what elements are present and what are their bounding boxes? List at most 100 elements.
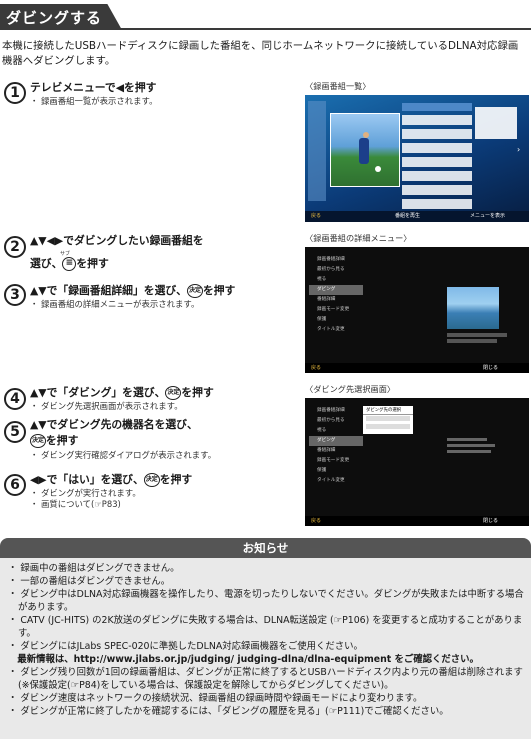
step-3-title-post: を押す: [202, 284, 236, 297]
detail-menu-list: 録画番組詳細 最初から見る 視る ダビング 番組詳細 録画モード変更 保護 タイ…: [309, 255, 363, 351]
back-label: 戻る: [311, 213, 322, 219]
notice-item: ・ 一部の番組はダビングできません。: [8, 576, 171, 587]
step-4-bullet: ・ ダビング先選択画面が表示されます。: [30, 401, 183, 411]
screen-footer: 戻る 番組を再生 メニューを表示: [305, 211, 529, 222]
menu-item-header: 録画番組詳細: [317, 257, 345, 262]
list-row[interactable]: [402, 115, 472, 125]
step-6-title-pre: ◀▶で「はい」を選び、: [30, 473, 144, 486]
detail-text-line: [447, 339, 497, 343]
menu-item[interactable]: 視る: [309, 426, 363, 436]
menu-item[interactable]: 録画モード変更: [309, 456, 363, 466]
play-label: 番組を再生: [395, 213, 421, 219]
step-1-title: テレビメニューで◀を押す: [30, 81, 157, 94]
step-3-title: ▲▼で「録画番組詳細」を選び、 決定 を押す: [30, 283, 235, 298]
notice-item: ・ CATV (JC-HITS) の2K放送のダビングに失敗する場合は、DLNA…: [8, 615, 523, 639]
description-line: [447, 450, 491, 453]
menu-item-selected[interactable]: ダビング: [309, 436, 363, 446]
step-5-title-post: を押す: [46, 434, 79, 447]
notice-item: ・ ダビング速度はネットワークの接続状況、録画番組の録画時間や録画モードにより変…: [8, 693, 423, 704]
description-line: [447, 444, 495, 447]
step-3-title-pre: ▲▼で「録画番組詳細」を選び、: [30, 284, 187, 297]
caption-recording-list: 〈録画番組一覧〉: [305, 81, 371, 91]
list-row[interactable]: [402, 185, 472, 195]
menu-item[interactable]: 最初から見る: [309, 265, 363, 275]
step-6-bullet-1: ・ ダビングが実行されます。: [30, 488, 141, 498]
description-line: [447, 438, 487, 441]
player-figure: [359, 138, 369, 164]
menu-item[interactable]: 番組詳細: [309, 446, 363, 456]
step-number-3: 3: [4, 284, 26, 306]
step-2-title-cont: 選び、 ≡ を押す: [30, 256, 109, 271]
step-5-title-cont: 決定 を押す: [30, 433, 78, 448]
menu-item-header: 録画番組詳細: [317, 408, 345, 413]
close-label: 閉じる: [483, 518, 499, 524]
step-1-bullet: ・ 録画番組一覧が表示されます。: [30, 96, 158, 106]
step-5-bullet: ・ ダビング実行確認ダイアログが表示されます。: [30, 450, 217, 460]
step-5-title: ▲▼でダビング先の機器名を選び、: [30, 418, 198, 431]
notice-body: ・ 録画中の番組はダビングできません。 ・ 一部の番組はダビングできません。 ・…: [0, 558, 531, 739]
player-head: [363, 132, 369, 138]
notice-item-url[interactable]: 最新情報は、http://www.jlabs.or.jp/judging/ ju…: [8, 653, 525, 666]
close-label: 閉じる: [483, 365, 499, 371]
back-label: 戻る: [311, 518, 322, 524]
menu-item[interactable]: タイトル変更: [309, 476, 363, 486]
step-number-6: 6: [4, 474, 26, 496]
menu-item[interactable]: 録画モード変更: [309, 305, 363, 315]
list-row[interactable]: [402, 171, 472, 181]
step-2-title-pre: 選び、: [30, 257, 63, 270]
dub-menu-list: 録画番組詳細 最初から見る 視る ダビング 番組詳細 録画モード変更 保護 タイ…: [309, 406, 363, 502]
notice-item: ・ 録画中の番組はダビングできません。: [8, 563, 180, 574]
step-3-bullet: ・ 録画番組の詳細メニューが表示されます。: [30, 299, 200, 309]
notice-item: ・ ダビングが正常に終了したかを確認するには、「ダビングの履歴を見る」(☞P11…: [8, 706, 449, 717]
dialog-description: [447, 438, 499, 460]
soccer-thumbnail: [330, 113, 400, 187]
notice-item: ・ ダビングにはJLabs SPEC-020に準拠したDLNA対応録画機器をご使…: [8, 641, 363, 652]
screenshot-recording-list: › 戻る 番組を再生 メニューを表示: [305, 95, 529, 222]
step-number-2: 2: [4, 236, 26, 258]
menu-item[interactable]: 番組詳細: [309, 295, 363, 305]
menu-item[interactable]: 保護: [309, 315, 363, 325]
notice-box: お知らせ ・ 録画中の番組はダビングできません。 ・ 一部の番組はダビングできま…: [0, 538, 531, 739]
list-row[interactable]: [402, 157, 472, 167]
dialog-title: ダビング先の選択: [363, 406, 413, 415]
kettei-key-icon: 決定: [30, 434, 46, 448]
notice-item: ・ ダビング残り回数が1回の録画番組は、ダビングが正常に終了するとUSBハードデ…: [8, 667, 523, 691]
header-rule: [0, 28, 531, 30]
detail-text-line: [447, 333, 507, 337]
step-6-bullet-2: ・ 画質について(☞P83): [30, 499, 121, 509]
step-4-title: ▲▼で「ダビング」を選び、 決定 を押す: [30, 385, 214, 400]
kettei-key-icon: 決定: [186, 284, 203, 298]
menu-label: メニューを表示: [470, 213, 506, 219]
step-number-5: 5: [4, 421, 26, 443]
menu-item[interactable]: タイトル変更: [309, 325, 363, 335]
kettei-key-icon: 決定: [143, 473, 160, 487]
step-number-4: 4: [4, 388, 26, 410]
step-2-title-post: を押す: [76, 257, 109, 270]
device-option[interactable]: [366, 416, 410, 421]
sub-key-icon: ≡: [62, 257, 77, 271]
step-6-title: ◀▶で「はい」を選び、 決定 を押す: [30, 472, 192, 487]
screen-footer: 戻る 閉じる: [305, 363, 529, 373]
menu-item[interactable]: 保護: [309, 466, 363, 476]
page-title: ダビングする: [6, 9, 103, 27]
menu-item[interactable]: 視る: [309, 275, 363, 285]
intro-text: 本機に接続したUSBハードディスクに録画した番組を、同じホームネットワークに接続…: [2, 40, 519, 67]
program-list: [402, 103, 472, 211]
chevron-right-icon[interactable]: ›: [517, 145, 527, 161]
menu-item[interactable]: 最初から見る: [309, 416, 363, 426]
destination-dialog[interactable]: ダビング先の選択: [363, 406, 413, 434]
screenshot-detail-menu: 録画番組詳細 最初から見る 視る ダビング 番組詳細 録画モード変更 保護 タイ…: [305, 247, 529, 373]
menu-item-selected[interactable]: ダビング: [309, 285, 363, 295]
screenshot-dub-destination: 録画番組詳細 最初から見る 視る ダビング 番組詳細 録画モード変更 保護 タイ…: [305, 398, 529, 526]
list-row[interactable]: [402, 129, 472, 139]
screen-footer: 戻る 閉じる: [305, 516, 529, 526]
soccer-ball: [375, 166, 381, 172]
notice-title: お知らせ: [0, 538, 531, 558]
list-row[interactable]: [402, 199, 472, 209]
left-thumb-column: [308, 101, 326, 201]
section-header: ダビングする: [0, 0, 531, 34]
list-header: [402, 103, 472, 111]
caption-detail-menu: 〈録画番組の詳細メニュー〉: [305, 233, 412, 243]
device-option[interactable]: [366, 424, 410, 429]
list-row[interactable]: [402, 143, 472, 153]
